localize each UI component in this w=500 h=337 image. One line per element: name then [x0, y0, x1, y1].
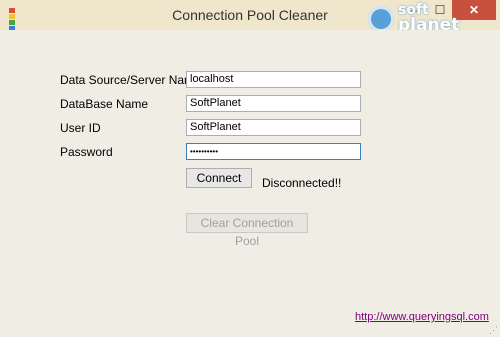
server-label: Data Source/Server Name: [60, 73, 201, 87]
userid-label: User ID: [60, 121, 101, 135]
password-label: Password: [60, 145, 113, 159]
userid-input[interactable]: SoftPlanet: [186, 119, 361, 136]
database-label: DataBase Name: [60, 97, 149, 111]
clear-connection-pool-button[interactable]: Clear Connection Pool: [186, 213, 308, 248]
connect-button[interactable]: Connect: [186, 168, 252, 188]
connection-status-text: Disconnected!!: [262, 176, 342, 190]
main-window: Connection Pool Cleaner – ☐ ✕ soft plane…: [0, 0, 500, 337]
server-input[interactable]: localhost: [186, 71, 361, 88]
resize-grip-icon[interactable]: ⋰: [489, 326, 498, 335]
database-input[interactable]: SoftPlanet: [186, 95, 361, 112]
watermark-globe-icon: [368, 6, 394, 32]
password-input[interactable]: ••••••••••: [186, 143, 361, 160]
website-link[interactable]: http://www.queryingsql.com: [355, 311, 489, 323]
form-client-area: Data Source/Server Name localhost DataBa…: [8, 30, 492, 329]
